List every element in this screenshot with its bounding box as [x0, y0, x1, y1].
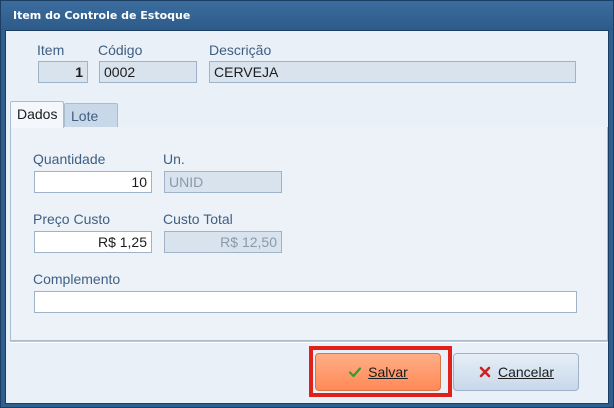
- complemento-label: Complemento: [33, 271, 121, 287]
- quantidade-input[interactable]: 10: [34, 171, 152, 193]
- tab-panel-dados: Quantidade 10 Un. UNID Preço Custo R$ 1,…: [10, 127, 608, 341]
- custo-total-label: Custo Total: [163, 211, 233, 227]
- un-label: Un.: [163, 151, 185, 167]
- item-label: Item: [37, 42, 65, 58]
- save-button[interactable]: Salvar: [315, 353, 441, 391]
- title-bar[interactable]: Item do Controle de Estoque: [1, 1, 613, 30]
- cancel-button[interactable]: Cancelar: [453, 353, 579, 391]
- item-field: 1: [38, 61, 88, 83]
- codigo-label: Código: [98, 42, 143, 58]
- custo-total-field: R$ 12,50: [164, 231, 282, 253]
- x-icon: [479, 366, 491, 378]
- tab-lote[interactable]: Lote: [64, 103, 118, 128]
- save-button-label: Salvar: [368, 364, 408, 380]
- dialog-body: Item 1 Código 0002 Descrição CERVEJA Dad…: [5, 30, 609, 404]
- codigo-field: 0002: [99, 61, 197, 83]
- check-icon: [349, 367, 362, 378]
- un-field: UNID: [164, 171, 282, 193]
- descricao-label: Descrição: [209, 42, 272, 58]
- preco-custo-label: Preço Custo: [33, 211, 111, 227]
- cancel-button-label: Cancelar: [497, 364, 555, 380]
- footer-separator: [10, 341, 608, 343]
- preco-custo-input[interactable]: R$ 1,25: [34, 231, 152, 253]
- quantidade-label: Quantidade: [33, 151, 106, 167]
- tab-dados[interactable]: Dados: [10, 101, 64, 128]
- dialog-window: Item do Controle de Estoque Item 1 Códig…: [0, 0, 614, 408]
- complemento-input[interactable]: [34, 291, 577, 313]
- descricao-field: CERVEJA: [209, 61, 576, 83]
- window-title: Item do Controle de Estoque: [13, 9, 191, 22]
